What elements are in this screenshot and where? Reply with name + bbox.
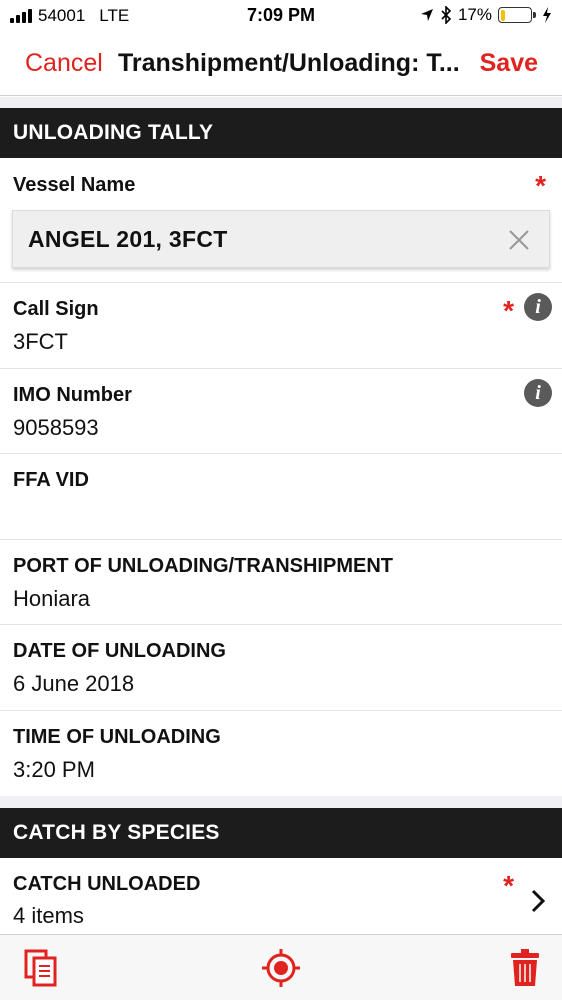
catch-unloaded-row[interactable]: CATCH UNLOADED 4 items * bbox=[0, 858, 562, 934]
call-sign-row[interactable]: Call Sign 3FCT * i bbox=[0, 283, 562, 369]
section-header-catch-by-species: CATCH BY SPECIES bbox=[0, 808, 562, 858]
battery-fill bbox=[500, 9, 506, 21]
port-value: Honiara bbox=[13, 586, 91, 611]
chevron-right-icon[interactable] bbox=[530, 888, 546, 914]
cancel-button[interactable]: Cancel bbox=[25, 49, 103, 78]
info-icon[interactable]: i bbox=[524, 379, 552, 407]
ffa-vid-row[interactable]: FFA VID bbox=[0, 454, 562, 540]
vessel-name-label: Vessel Name bbox=[13, 174, 136, 196]
status-right: 17% bbox=[420, 5, 552, 25]
bluetooth-icon bbox=[441, 6, 452, 24]
required-indicator: * bbox=[503, 295, 514, 326]
time-label: TIME OF UNLOADING bbox=[13, 726, 221, 748]
save-button[interactable]: Save bbox=[480, 49, 538, 78]
required-indicator: * bbox=[503, 870, 514, 901]
imo-number-label: IMO Number bbox=[13, 384, 132, 406]
copy-document-icon[interactable] bbox=[24, 949, 58, 987]
bottom-toolbar bbox=[0, 934, 562, 1000]
battery-icon bbox=[498, 7, 536, 23]
time-row[interactable]: TIME OF UNLOADING 3:20 PM bbox=[0, 711, 562, 796]
call-sign-label: Call Sign bbox=[13, 298, 99, 320]
trash-icon[interactable] bbox=[510, 948, 540, 988]
date-label: DATE OF UNLOADING bbox=[13, 640, 226, 662]
port-label: PORT OF UNLOADING/TRANSHIPMENT bbox=[13, 555, 393, 577]
info-icon[interactable]: i bbox=[524, 293, 552, 321]
imo-number-row[interactable]: IMO Number 9058593 i bbox=[0, 369, 562, 454]
location-arrow-icon bbox=[420, 9, 433, 21]
port-row[interactable]: PORT OF UNLOADING/TRANSHIPMENT Honiara bbox=[0, 540, 562, 625]
clear-icon[interactable] bbox=[507, 228, 531, 252]
page-title: Transhipment/Unloading: T... bbox=[118, 49, 460, 77]
vessel-name-row: Vessel Name * ANGEL 201, 3FCT bbox=[0, 158, 562, 283]
call-sign-value: 3FCT bbox=[13, 329, 68, 354]
catch-unloaded-value: 4 items bbox=[13, 903, 84, 928]
section-spacer bbox=[0, 97, 562, 108]
charging-bolt-icon bbox=[543, 7, 551, 23]
section-spacer bbox=[0, 796, 562, 808]
ffa-vid-label: FFA VID bbox=[13, 469, 89, 491]
date-value: 6 June 2018 bbox=[13, 671, 135, 696]
time-value: 3:20 PM bbox=[13, 757, 95, 782]
imo-number-value: 9058593 bbox=[13, 415, 99, 440]
navigation-bar: Cancel Transhipment/Unloading: T... Save bbox=[0, 32, 562, 96]
date-row[interactable]: DATE OF UNLOADING 6 June 2018 bbox=[0, 625, 562, 711]
section-header-unloading-tally: UNLOADING TALLY bbox=[0, 108, 562, 158]
battery-percent: 17% bbox=[457, 5, 492, 24]
status-bar: 54001 LTE 7:09 PM 17% bbox=[0, 0, 562, 32]
vessel-name-field[interactable]: ANGEL 201, 3FCT bbox=[12, 210, 550, 268]
vessel-name-value: ANGEL 201, 3FCT bbox=[28, 226, 228, 252]
required-indicator: * bbox=[535, 170, 546, 201]
location-target-icon[interactable] bbox=[262, 949, 300, 987]
catch-unloaded-label: CATCH UNLOADED bbox=[13, 873, 201, 895]
